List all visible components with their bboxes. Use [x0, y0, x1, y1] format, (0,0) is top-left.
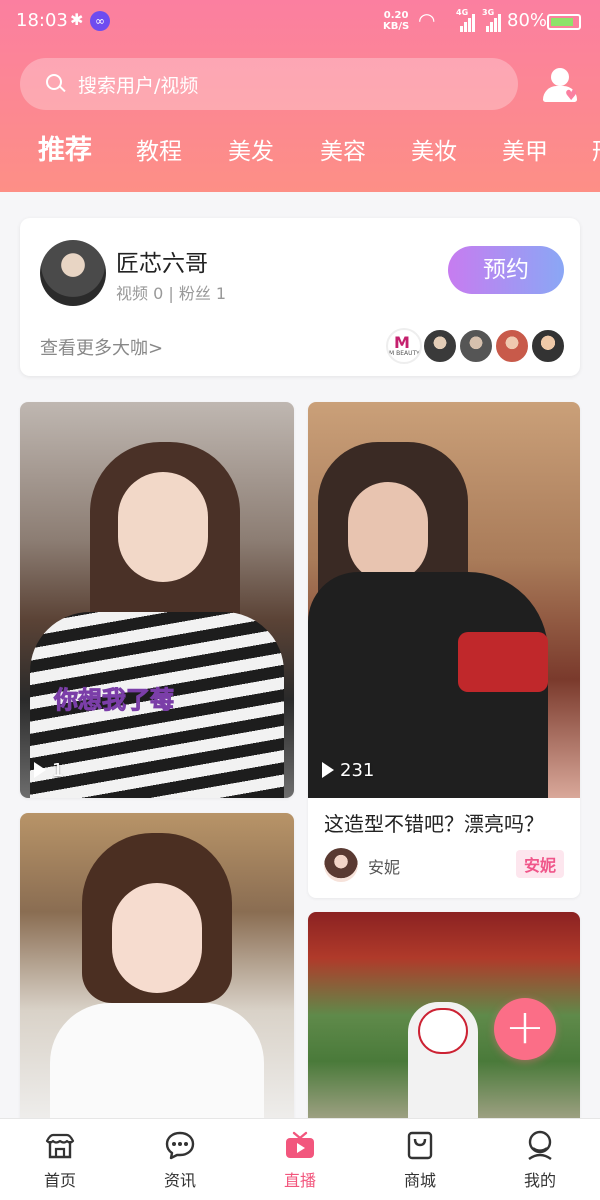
play-icon: [322, 762, 334, 778]
signal-icon-secondary: 3G: [482, 8, 502, 32]
signal-label-secondary: 3G: [482, 8, 495, 17]
battery-icon: [547, 14, 581, 30]
nav-home[interactable]: 首页: [0, 1119, 120, 1200]
play-count-value: 1: [52, 760, 64, 781]
nav-label: 资讯: [163, 1171, 196, 1190]
nav-news[interactable]: 资讯: [120, 1119, 240, 1200]
avatar[interactable]: [494, 328, 530, 364]
tab-makeup[interactable]: 美妆: [411, 132, 457, 166]
avatar[interactable]: [324, 848, 358, 882]
shopping-bag-icon: [407, 1131, 433, 1160]
nav-label: 商城: [403, 1171, 436, 1190]
video-overlay-text: 你想我了莓: [54, 686, 175, 715]
tab-recommend[interactable]: 推荐: [38, 128, 92, 167]
search-bar[interactable]: 搜索用户/视频: [20, 58, 518, 110]
play-icon: [34, 762, 46, 778]
avatar-brand-text: M BEAUTY: [389, 350, 420, 357]
play-count: 1: [34, 760, 63, 781]
video-thumbnail[interactable]: [308, 402, 580, 798]
nav-live[interactable]: 直播: [240, 1119, 360, 1200]
user-favorite-icon[interactable]: ♥: [541, 66, 581, 106]
network-speed-unit: KB/S: [383, 21, 410, 32]
search-icon: [46, 74, 66, 94]
search-placeholder: 搜索用户/视频: [78, 75, 199, 97]
signal-label: 4G: [456, 8, 469, 17]
battery-percent: 80%: [507, 10, 548, 31]
tab-nails[interactable]: 美甲: [502, 132, 548, 166]
play-count: 231: [322, 760, 374, 781]
header: 18:03 ✱ ∞ 0.20 KB/S ◠ 4G 3G 80% 搜索用户/视频: [0, 0, 600, 192]
video-thumbnail[interactable]: [20, 813, 294, 1118]
status-bar: 18:03 ✱ ∞ 0.20 KB/S ◠ 4G 3G 80%: [0, 0, 600, 44]
nav-profile[interactable]: 我的: [480, 1119, 600, 1200]
reserve-button[interactable]: 预约: [448, 246, 564, 294]
avatar[interactable]: [422, 328, 458, 364]
nav-shop[interactable]: 商城: [360, 1119, 480, 1200]
bluetooth-icon: ✱: [70, 10, 84, 29]
wifi-icon: ◠: [418, 8, 436, 32]
avatar[interactable]: [40, 240, 106, 306]
recommended-creator-card[interactable]: 匠芯六哥 视频 0 | 粉丝 1 预约 查看更多大咖> M M BEAUTY: [20, 218, 580, 376]
nav-label: 我的: [523, 1171, 556, 1190]
tab-beauty[interactable]: 美容: [320, 132, 366, 166]
home-icon: [45, 1133, 75, 1159]
tab-hair[interactable]: 美发: [228, 132, 274, 166]
category-tabs: 推荐 教程 美发 美容 美妆 美甲 形: [0, 124, 600, 174]
status-time: 18:03: [16, 10, 68, 31]
avatar[interactable]: [530, 328, 566, 364]
view-more-link[interactable]: 查看更多大咖>: [40, 334, 163, 360]
play-count-value: 231: [340, 760, 375, 781]
network-speed-value: 0.20: [383, 10, 409, 21]
live-video-icon: [286, 1131, 314, 1158]
creator-name: 匠芯六哥: [116, 251, 208, 277]
video-caption[interactable]: 这造型不错吧？漂亮吗？: [324, 808, 544, 837]
network-speed: 0.20 KB/S: [383, 10, 409, 32]
bottom-navigation: 首页 资讯 直播 商城 我的: [0, 1118, 600, 1200]
avatar[interactable]: M M BEAUTY: [386, 328, 422, 364]
profile-icon: [528, 1130, 552, 1160]
video-thumbnail[interactable]: 你想我了莓: [20, 402, 294, 798]
avatar[interactable]: [458, 328, 494, 364]
creator-stats: 视频 0 | 粉丝 1: [116, 284, 227, 303]
tab-more[interactable]: 形: [592, 132, 600, 166]
content-feed: 匠芯六哥 视频 0 | 粉丝 1 预约 查看更多大咖> M M BEAUTY 你…: [0, 192, 600, 1118]
signal-icon: 4G: [456, 8, 476, 32]
video-card[interactable]: 你想我了莓 1: [20, 402, 294, 798]
nav-label: 首页: [43, 1171, 76, 1190]
nav-label: 直播: [283, 1171, 316, 1190]
author-name[interactable]: 安妮: [368, 854, 400, 878]
author-tag: 安妮: [515, 850, 564, 878]
video-card[interactable]: 231 这造型不错吧？漂亮吗？ 安妮 安妮: [308, 402, 580, 898]
video-card[interactable]: [20, 813, 294, 1118]
tab-tutorial[interactable]: 教程: [136, 132, 182, 166]
add-button[interactable]: +: [494, 998, 556, 1060]
app-notification-icon: ∞: [90, 11, 110, 31]
chat-icon: [165, 1131, 195, 1160]
